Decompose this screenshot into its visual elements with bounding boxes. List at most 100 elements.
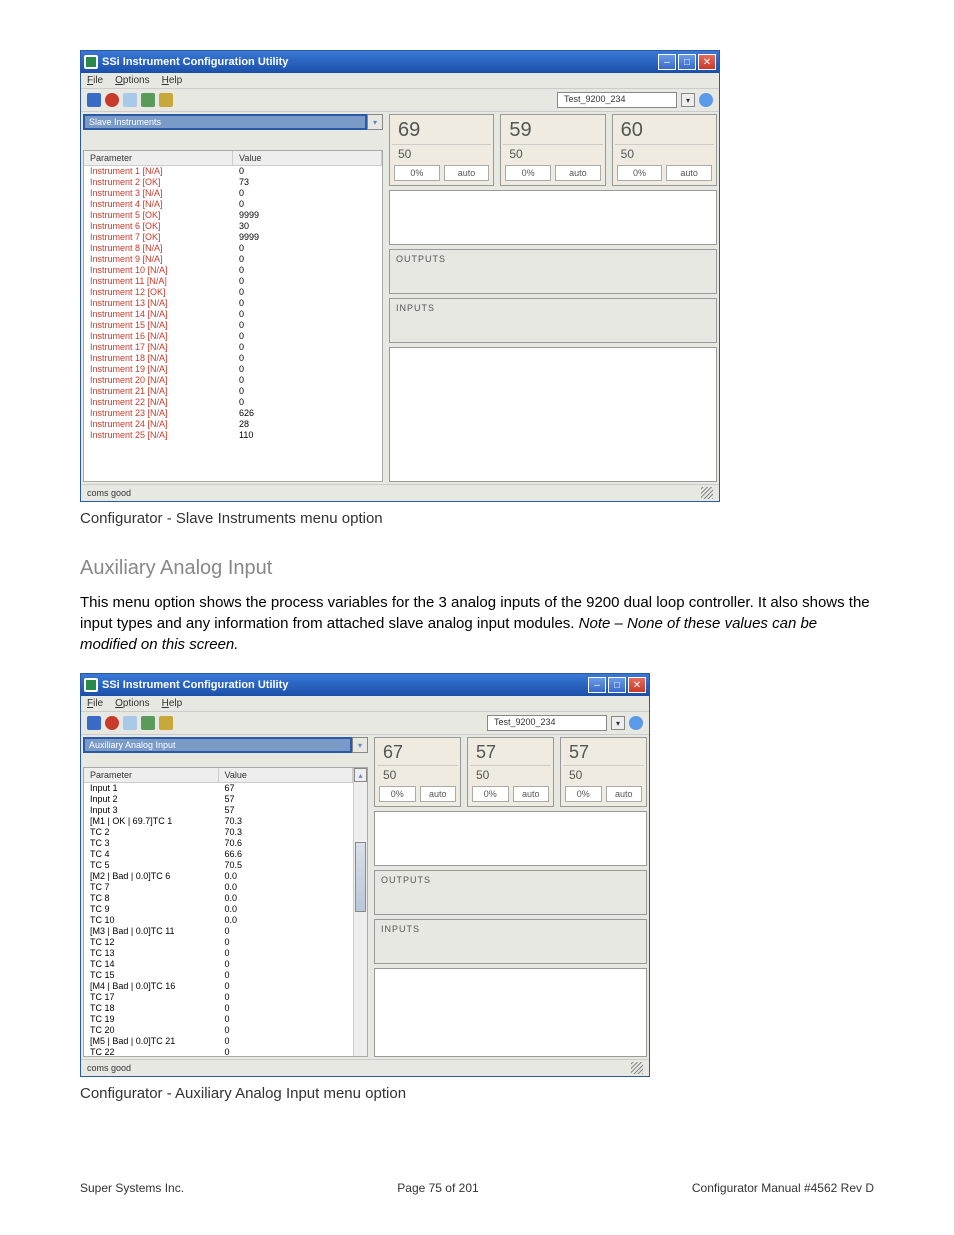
maximize-button[interactable]: □	[608, 677, 626, 693]
table-row[interactable]: Instrument 20 [N/A]0	[84, 375, 382, 386]
table-row[interactable]: Instrument 14 [N/A]0	[84, 309, 382, 320]
table-row[interactable]: TC 270.3	[84, 827, 353, 838]
menu-help[interactable]: Help	[162, 75, 183, 86]
table-row[interactable]: Instrument 16 [N/A]0	[84, 331, 382, 342]
table-row[interactable]: TC 570.5	[84, 860, 353, 871]
cell-parameter: Instrument 11 [N/A]	[84, 276, 233, 287]
table-row[interactable]: Instrument 5 [OK]9999	[84, 210, 382, 221]
table-row[interactable]: [M3 | Bad | 0.0]TC 110	[84, 926, 353, 937]
help-icon[interactable]	[629, 716, 643, 730]
column-value[interactable]: Value	[233, 151, 382, 165]
parameter-grid[interactable]: Parameter Value Instrument 1 [N/A]0Instr…	[83, 150, 383, 482]
titlebar[interactable]: SSi Instrument Configuration Utility – □…	[81, 674, 649, 696]
table-row[interactable]: Input 167	[84, 783, 353, 794]
table-row[interactable]: [M5 | Bad | 0.0]TC 210	[84, 1036, 353, 1047]
menu-help[interactable]: Help	[162, 698, 183, 709]
menu-dropdown[interactable]: Slave Instruments	[83, 114, 367, 130]
config-name-input[interactable]: Test_9200_234	[487, 715, 607, 731]
table-row[interactable]: Instrument 12 [OK]0	[84, 287, 382, 298]
menu-options[interactable]: Options	[115, 698, 149, 709]
menu-file[interactable]: File	[87, 75, 103, 86]
refresh-icon[interactable]	[141, 716, 155, 730]
table-row[interactable]: Input 257	[84, 794, 353, 805]
maximize-button[interactable]: □	[678, 54, 696, 70]
column-parameter[interactable]: Parameter	[84, 768, 219, 782]
table-row[interactable]: TC 190	[84, 1014, 353, 1025]
table-row[interactable]: TC 180	[84, 1003, 353, 1014]
table-row[interactable]: Instrument 18 [N/A]0	[84, 353, 382, 364]
dropdown-arrow-icon[interactable]: ▾	[367, 114, 383, 130]
save-dropdown-icon[interactable]: ▾	[681, 93, 695, 107]
table-row[interactable]: TC 100.0	[84, 915, 353, 926]
minimize-button[interactable]: –	[658, 54, 676, 70]
table-row[interactable]: Instrument 25 [N/A]110	[84, 430, 382, 441]
minimize-button[interactable]: –	[588, 677, 606, 693]
table-row[interactable]: Instrument 11 [N/A]0	[84, 276, 382, 287]
table-row[interactable]: TC 90.0	[84, 904, 353, 915]
table-row[interactable]: TC 150	[84, 970, 353, 981]
save-icon[interactable]	[123, 93, 137, 107]
save-icon[interactable]	[123, 716, 137, 730]
menu-file[interactable]: File	[87, 698, 103, 709]
close-button[interactable]: ✕	[698, 54, 716, 70]
table-row[interactable]: Instrument 3 [N/A]0	[84, 188, 382, 199]
disconnect-icon[interactable]	[105, 716, 119, 730]
help-icon[interactable]	[699, 93, 713, 107]
table-row[interactable]: Instrument 2 [OK]73	[84, 177, 382, 188]
table-row[interactable]: Instrument 7 [OK]9999	[84, 232, 382, 243]
menu-dropdown[interactable]: Auxiliary Analog Input	[83, 737, 352, 753]
column-parameter[interactable]: Parameter	[84, 151, 233, 165]
table-row[interactable]: Instrument 4 [N/A]0	[84, 199, 382, 210]
table-row[interactable]: Instrument 17 [N/A]0	[84, 342, 382, 353]
cell-parameter: Instrument 2 [OK]	[84, 177, 233, 188]
readout-box: 69500%auto	[389, 114, 494, 186]
vertical-scrollbar[interactable]: ▴ ▾	[353, 768, 367, 1057]
table-row[interactable]: TC 200	[84, 1025, 353, 1036]
table-row[interactable]: Instrument 19 [N/A]0	[84, 364, 382, 375]
titlebar[interactable]: SSi Instrument Configuration Utility – □…	[81, 51, 719, 73]
refresh-icon[interactable]	[141, 93, 155, 107]
table-row[interactable]: [M1 | OK | 69.7]TC 170.3	[84, 816, 353, 827]
table-row[interactable]: Instrument 9 [N/A]0	[84, 254, 382, 265]
table-row[interactable]: TC 130	[84, 948, 353, 959]
resize-grip-icon[interactable]	[631, 1062, 643, 1074]
table-row[interactable]: TC 220	[84, 1047, 353, 1057]
parameter-grid[interactable]: Parameter Value Input 167Input 257Input …	[83, 767, 368, 1057]
table-row[interactable]: Instrument 22 [N/A]0	[84, 397, 382, 408]
inputs-label: INPUTS	[396, 303, 435, 313]
table-row[interactable]: TC 466.6	[84, 849, 353, 860]
table-row[interactable]: Input 357	[84, 805, 353, 816]
connect-icon[interactable]	[87, 716, 101, 730]
connect-icon[interactable]	[87, 93, 101, 107]
scroll-up-icon[interactable]: ▴	[354, 768, 367, 782]
table-row[interactable]: Instrument 24 [N/A]28	[84, 419, 382, 430]
notes-icon[interactable]	[159, 716, 173, 730]
disconnect-icon[interactable]	[105, 93, 119, 107]
close-button[interactable]: ✕	[628, 677, 646, 693]
table-row[interactable]: TC 120	[84, 937, 353, 948]
table-row[interactable]: [M4 | Bad | 0.0]TC 160	[84, 981, 353, 992]
dropdown-arrow-icon[interactable]: ▾	[352, 737, 368, 753]
scroll-thumb[interactable]	[355, 842, 366, 912]
table-row[interactable]: TC 140	[84, 959, 353, 970]
column-value[interactable]: Value	[219, 768, 354, 782]
table-row[interactable]: Instrument 6 [OK]30	[84, 221, 382, 232]
table-row[interactable]: Instrument 23 [N/A]626	[84, 408, 382, 419]
table-row[interactable]: TC 370.6	[84, 838, 353, 849]
table-row[interactable]: TC 70.0	[84, 882, 353, 893]
table-row[interactable]: Instrument 1 [N/A]0	[84, 166, 382, 177]
config-name-input[interactable]: Test_9200_234	[557, 92, 677, 108]
table-row[interactable]: Instrument 15 [N/A]0	[84, 320, 382, 331]
save-dropdown-icon[interactable]: ▾	[611, 716, 625, 730]
resize-grip-icon[interactable]	[701, 487, 713, 499]
table-row[interactable]: Instrument 10 [N/A]0	[84, 265, 382, 276]
table-row[interactable]: TC 80.0	[84, 893, 353, 904]
cell-parameter: Instrument 18 [N/A]	[84, 353, 233, 364]
table-row[interactable]: Instrument 8 [N/A]0	[84, 243, 382, 254]
menu-options[interactable]: Options	[115, 75, 149, 86]
table-row[interactable]: Instrument 13 [N/A]0	[84, 298, 382, 309]
notes-icon[interactable]	[159, 93, 173, 107]
table-row[interactable]: [M2 | Bad | 0.0]TC 60.0	[84, 871, 353, 882]
table-row[interactable]: TC 170	[84, 992, 353, 1003]
table-row[interactable]: Instrument 21 [N/A]0	[84, 386, 382, 397]
